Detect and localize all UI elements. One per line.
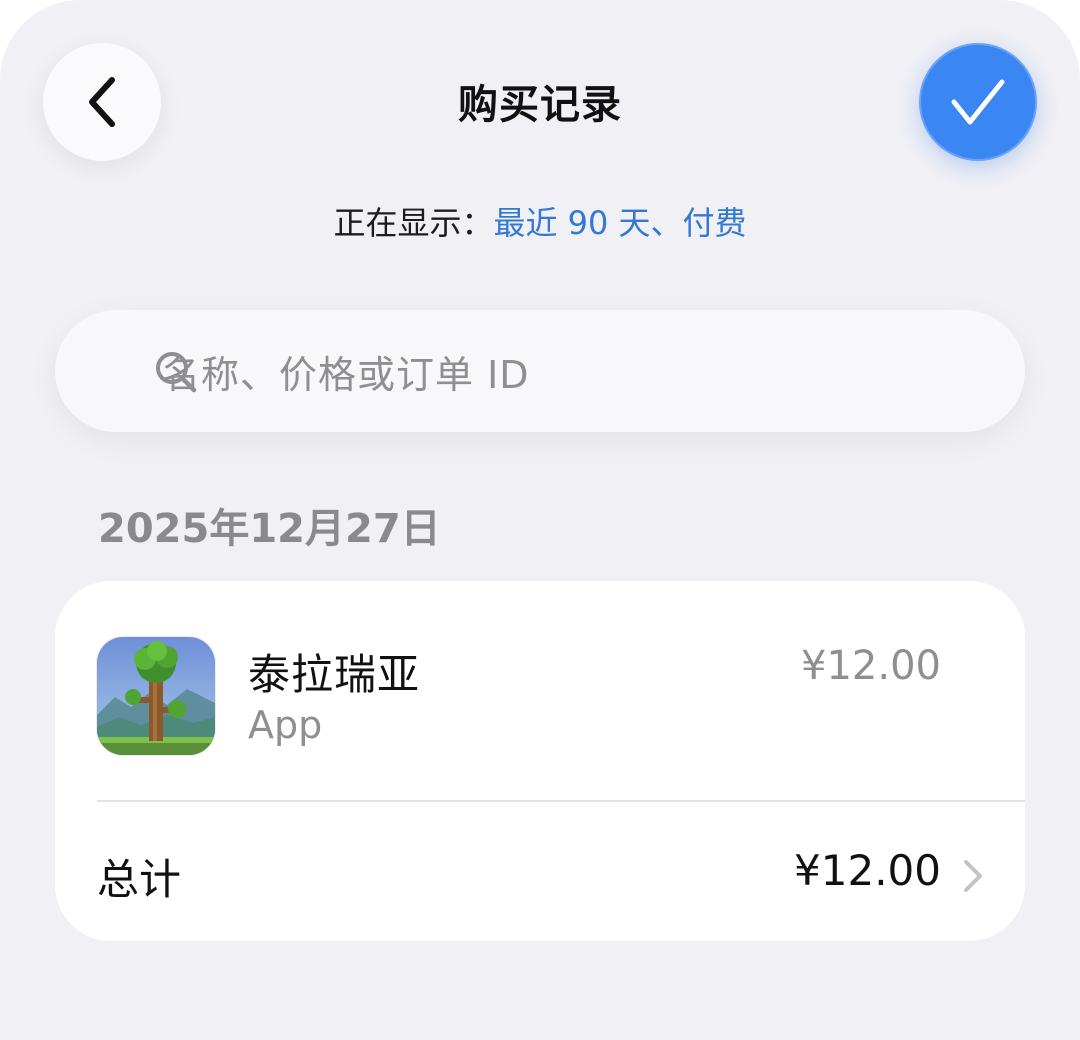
page-title: 购买记录 — [458, 82, 622, 128]
filter-value-link[interactable]: 最近 90 天、付费 — [493, 204, 746, 242]
search-field[interactable] — [55, 310, 1025, 432]
done-button[interactable] — [919, 43, 1037, 161]
terraria-app-icon — [97, 637, 215, 755]
app-price: ¥12.00 — [801, 643, 941, 689]
total-label: 总计 — [97, 855, 182, 904]
total-value: ¥12.00 — [794, 846, 941, 895]
filter-summary: 正在显示：最近 90 天、付费 — [0, 198, 1080, 244]
purchase-card: 泰拉瑞亚 App ¥12.00 总计 ¥12.00 — [55, 581, 1025, 941]
checkmark-icon — [951, 79, 1005, 125]
total-row[interactable]: 总计 ¥12.00 — [55, 802, 1025, 941]
section-date: 2025年12月27日 — [98, 506, 441, 552]
search-icon — [156, 352, 197, 393]
filter-label: 正在显示： — [333, 204, 494, 242]
chevron-right-icon — [964, 860, 982, 892]
purchase-history-sheet: 购买记录 正在显示：最近 90 天、付费 名称、价格或订单 ID 2025年12… — [0, 0, 1080, 1040]
app-name: 泰拉瑞亚 — [248, 650, 421, 699]
app-type: App — [248, 703, 323, 747]
